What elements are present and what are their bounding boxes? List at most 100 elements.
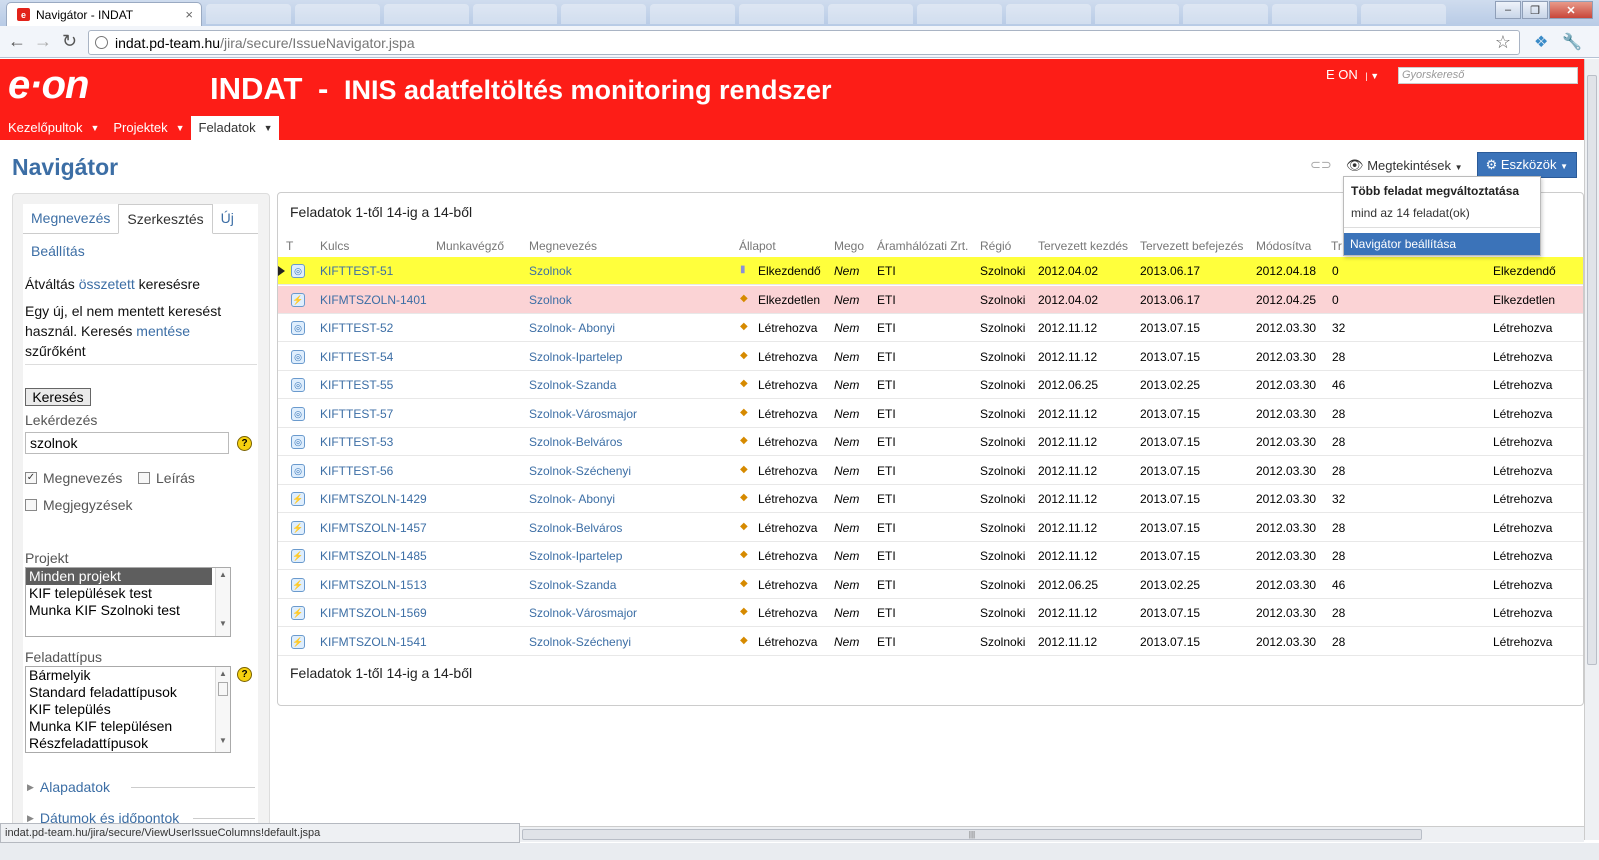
type-option[interactable]: Munka KIF településen: [26, 718, 230, 735]
background-tab[interactable]: [1361, 4, 1447, 24]
comments-checkbox[interactable]: Megjegyzések: [25, 497, 133, 513]
issue-summary-link[interactable]: Szolnok-Széchenyi: [529, 464, 631, 478]
search-button[interactable]: Keresés: [25, 388, 91, 406]
type-option[interactable]: Részfeladattípusok: [26, 735, 230, 752]
bulk-change-heading[interactable]: Több feladat megváltoztatása: [1351, 184, 1519, 198]
window-close-icon[interactable]: ✕: [1549, 1, 1593, 19]
checkbox-checked[interactable]: ✓: [25, 472, 37, 484]
issue-summary-link[interactable]: Szolnok: [529, 264, 572, 278]
background-tab[interactable]: [561, 4, 647, 24]
background-tab[interactable]: [383, 4, 469, 24]
tab-summary[interactable]: Megnevezés: [23, 204, 118, 233]
column-header-modified[interactable]: Módosítva: [1256, 239, 1311, 253]
issue-key-link[interactable]: KIFTTEST-56: [320, 464, 393, 478]
issue-summary-link[interactable]: Szolnok-Belváros: [529, 435, 622, 449]
column-header-planned-start[interactable]: Tervezett kezdés: [1038, 239, 1128, 253]
summary-checkbox[interactable]: ✓ Megnevezés: [25, 470, 122, 486]
scroll-thumb[interactable]: [1587, 75, 1597, 665]
tab-new[interactable]: Új: [213, 204, 242, 233]
listbox-scrollbar[interactable]: ▲ ▼: [215, 667, 230, 752]
issue-summary-link[interactable]: Szolnok-Ipartelep: [529, 549, 622, 563]
forward-arrow-icon[interactable]: →: [34, 31, 52, 52]
issue-key-link[interactable]: KIFTTEST-55: [320, 378, 393, 392]
save-search-link[interactable]: mentése: [136, 323, 190, 339]
project-select[interactable]: Minden projekt KIF települések test Munk…: [25, 567, 231, 637]
column-header-type[interactable]: T: [286, 239, 293, 253]
table-row[interactable]: ◎ ◆ KIFTTEST-57 Szolnok-Városmajor Létrehozv…: [278, 400, 1583, 428]
type-option[interactable]: Standard feladattípusok: [26, 684, 230, 701]
issue-summary-link[interactable]: Szolnok-Széchenyi: [529, 635, 631, 649]
query-input[interactable]: szolnok: [25, 432, 229, 454]
chevron-down-icon[interactable]: ▼: [264, 120, 273, 140]
issue-summary-link[interactable]: Szolnok: [529, 293, 572, 307]
vertical-scrollbar[interactable]: [1584, 59, 1599, 840]
background-tab[interactable]: [1183, 4, 1269, 24]
basic-section-toggle[interactable]: ▶ Alapadatok: [27, 779, 110, 795]
extension-icon[interactable]: ❖: [1534, 32, 1548, 52]
tools-button[interactable]: ⚙ Eszközök ▼: [1476, 152, 1578, 178]
issue-summary-link[interactable]: Szolnok-Városmajor: [529, 407, 637, 421]
issue-summary-link[interactable]: Szolnok- Abonyi: [529, 321, 615, 335]
user-menu[interactable]: E ON | ▼: [1326, 67, 1379, 82]
scroll-down-icon[interactable]: ▼: [216, 619, 230, 628]
column-header-planned-end[interactable]: Tervezett befejezés: [1140, 239, 1243, 253]
wrench-icon[interactable]: 🔧: [1562, 32, 1582, 52]
issue-key-link[interactable]: KIFTTEST-54: [320, 350, 393, 364]
table-row[interactable]: ⚡ ◆ KIFMTSZOLN-1513 Szolnok-Szanda Létrehozv…: [278, 571, 1583, 599]
address-input[interactable]: indat.pd-team.hu/jira/secure/IssueNaviga…: [88, 30, 1520, 55]
background-tab[interactable]: [472, 4, 558, 24]
description-checkbox[interactable]: Leírás: [138, 470, 195, 486]
issue-key-link[interactable]: KIFMTSZOLN-1569: [320, 606, 427, 620]
table-row[interactable]: ⚡ ◆ KIFMTSZOLN-1541 Szolnok-Széchenyi Létreh…: [278, 628, 1583, 656]
scroll-up-icon[interactable]: ▲: [216, 669, 230, 678]
horizontal-scrollbar[interactable]: |||: [520, 826, 1584, 842]
column-header-mego[interactable]: Mego: [834, 239, 864, 253]
nav-projects[interactable]: Projektek ▼: [105, 116, 190, 140]
quick-search-input[interactable]: Gyorskereső: [1398, 67, 1578, 84]
nav-dashboards[interactable]: Kezelőpultok ▼: [0, 116, 105, 140]
back-arrow-icon[interactable]: ←: [8, 31, 26, 52]
scroll-thumb[interactable]: |||: [522, 829, 1422, 840]
table-row[interactable]: ⚡ ◆ KIFMTSZOLN-1569 Szolnok-Városmajor Létre…: [278, 599, 1583, 627]
type-option[interactable]: Bármelyik: [26, 667, 230, 684]
link-icon[interactable]: ⊂⊃: [1310, 157, 1332, 173]
chevron-down-icon[interactable]: ▼: [176, 120, 185, 140]
issue-key-link[interactable]: KIFMTSZOLN-1429: [320, 492, 427, 506]
issue-key-link[interactable]: KIFTTEST-57: [320, 407, 393, 421]
column-header-zrt[interactable]: Áramhálózati Zrt.: [877, 239, 968, 253]
checkbox-unchecked[interactable]: [25, 499, 37, 511]
issue-type-select[interactable]: Bármelyik Standard feladattípusok KIF te…: [25, 666, 231, 753]
help-icon[interactable]: ?: [237, 667, 252, 682]
reload-icon[interactable]: ↻: [62, 31, 77, 52]
issue-summary-link[interactable]: Szolnok-Szanda: [529, 378, 616, 392]
column-header-region[interactable]: Régió: [980, 239, 1011, 253]
background-tab[interactable]: [206, 4, 291, 24]
background-tab[interactable]: [916, 4, 1002, 24]
issue-summary-link[interactable]: Szolnok-Ipartelep: [529, 350, 622, 364]
chevron-down-icon[interactable]: ▼: [90, 120, 99, 140]
browser-tab[interactable]: e Navigátor - INDAT ×: [6, 2, 202, 26]
bulk-change-all-link[interactable]: mind az 14 feladat(ok): [1351, 206, 1470, 220]
column-header-key[interactable]: Kulcs: [320, 239, 349, 253]
settings-link[interactable]: Beállítás: [31, 243, 85, 259]
issue-key-link[interactable]: KIFTTEST-52: [320, 321, 393, 335]
checkbox-unchecked[interactable]: [138, 472, 150, 484]
project-option[interactable]: KIF települések test: [26, 585, 230, 602]
type-option[interactable]: KIF település: [26, 701, 230, 718]
issue-key-link[interactable]: KIFMTSZOLN-1541: [320, 635, 427, 649]
nav-issues[interactable]: Feladatok ▼: [190, 116, 279, 140]
issue-key-link[interactable]: KIFTTEST-51: [320, 264, 393, 278]
background-tab[interactable]: [739, 4, 825, 24]
scroll-down-icon[interactable]: ▼: [216, 736, 230, 745]
advanced-search-link[interactable]: összetett: [79, 276, 135, 292]
help-icon[interactable]: ?: [237, 436, 252, 451]
listbox-scrollbar[interactable]: ▲ ▼: [215, 568, 230, 636]
table-row[interactable]: ◎ ◆ KIFTTEST-53 Szolnok-Belváros Létrehozva N…: [278, 428, 1583, 456]
maximize-icon[interactable]: ❐: [1522, 1, 1548, 19]
background-tab[interactable]: [294, 4, 380, 24]
tab-edit[interactable]: Szerkesztés: [118, 204, 213, 234]
table-row[interactable]: ◎ ◆ KIFTTEST-55 Szolnok-Szanda Létrehozva Nem…: [278, 371, 1583, 399]
background-tab[interactable]: [1272, 4, 1358, 24]
issue-key-link[interactable]: KIFMTSZOLN-1485: [320, 549, 427, 563]
table-row[interactable]: ⚡ ◆ KIFMTSZOLN-1429 Szolnok- Abonyi Létrehoz…: [278, 485, 1583, 513]
